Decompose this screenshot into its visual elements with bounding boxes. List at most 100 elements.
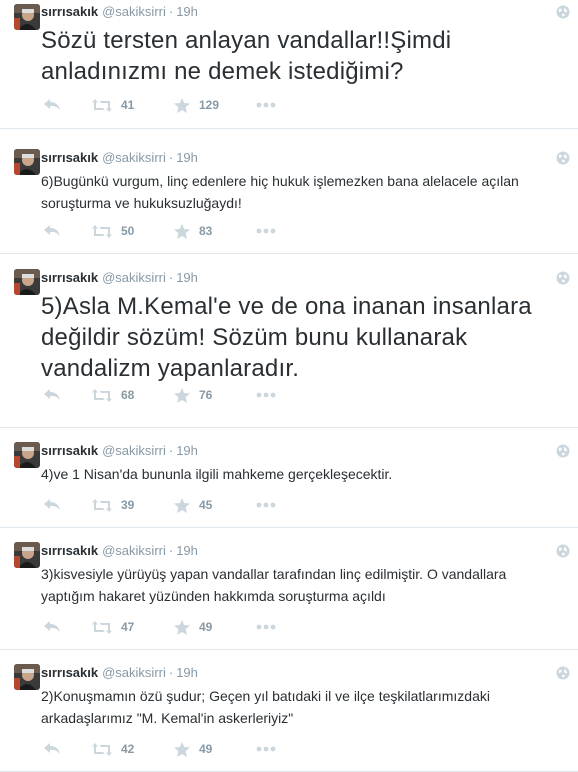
- retweet-button[interactable]: 39: [92, 498, 174, 512]
- more-button[interactable]: [256, 392, 276, 398]
- more-dots-icon: [256, 624, 276, 630]
- username[interactable]: @sakiksirri: [102, 150, 166, 165]
- tweet-actions: 68 76: [44, 385, 276, 405]
- reply-button[interactable]: [44, 743, 92, 755]
- tweet[interactable]: sırrısakık @sakiksirri · 19h Sözü tersten a…: [0, 0, 578, 129]
- favorite-button[interactable]: 49: [174, 741, 256, 757]
- favorite-button[interactable]: 49: [174, 619, 256, 635]
- reply-icon: [44, 743, 61, 755]
- username[interactable]: @sakiksirri: [102, 443, 166, 458]
- favorite-button[interactable]: 129: [174, 97, 256, 113]
- reply-button[interactable]: [44, 389, 92, 401]
- star-icon: [174, 223, 190, 239]
- follow-globe-icon[interactable]: [556, 544, 570, 558]
- retweet-icon: [92, 742, 112, 756]
- timestamp[interactable]: 19h: [176, 665, 198, 680]
- reply-icon: [44, 499, 61, 511]
- username[interactable]: @sakiksirri: [102, 543, 166, 558]
- avatar[interactable]: [14, 442, 40, 468]
- retweet-count: 50: [121, 224, 135, 238]
- timestamp[interactable]: 19h: [176, 443, 198, 458]
- username[interactable]: @sakiksirri: [102, 665, 166, 680]
- username[interactable]: @sakiksirri: [102, 270, 166, 285]
- follow-globe-icon[interactable]: [556, 151, 570, 165]
- more-button[interactable]: [256, 102, 276, 108]
- tweet[interactable]: sırrısakık @sakiksirri · 19h 2)Konuşmamın ö…: [0, 650, 578, 772]
- tweet-header: sırrısakık @sakiksirri · 19h: [41, 442, 564, 460]
- tweet-text: 2)Konuşmamın özü şudur; Geçen yıl batıda…: [41, 688, 490, 726]
- follow-globe-icon[interactable]: [556, 444, 570, 458]
- timestamp[interactable]: 19h: [176, 150, 198, 165]
- tweet-actions: 47 49: [44, 617, 276, 637]
- more-dots-icon: [256, 502, 276, 508]
- reply-button[interactable]: [44, 99, 92, 111]
- avatar[interactable]: [14, 664, 40, 690]
- tweet[interactable]: sırrısakık @sakiksirri · 19h 6)Bugünkü vurg…: [0, 129, 578, 254]
- timestamp[interactable]: 19h: [176, 270, 198, 285]
- separator-dot: ·: [168, 665, 174, 680]
- retweet-button[interactable]: 50: [92, 224, 174, 238]
- fullname[interactable]: sırrısakık: [41, 270, 98, 285]
- favorite-button[interactable]: 83: [174, 223, 256, 239]
- favorite-button[interactable]: 76: [174, 387, 256, 403]
- avatar[interactable]: [14, 149, 40, 175]
- avatar[interactable]: [14, 269, 40, 295]
- retweet-button[interactable]: 68: [92, 388, 174, 402]
- avatar[interactable]: [14, 4, 40, 30]
- reply-button[interactable]: [44, 225, 92, 237]
- favorite-count: 49: [199, 742, 213, 756]
- reply-button[interactable]: [44, 499, 92, 511]
- follow-globe-icon[interactable]: [556, 666, 570, 680]
- more-button[interactable]: [256, 228, 276, 234]
- tweet-text: Sözü tersten anlayan vandallar!!Şimdi an…: [41, 27, 452, 85]
- favorite-count: 45: [199, 498, 213, 512]
- tweet-actions: 39 45: [44, 495, 276, 515]
- fullname[interactable]: sırrısakık: [41, 665, 98, 680]
- retweet-button[interactable]: 41: [92, 98, 174, 112]
- retweet-button[interactable]: 42: [92, 742, 174, 756]
- more-dots-icon: [256, 102, 276, 108]
- more-dots-icon: [256, 392, 276, 398]
- fullname[interactable]: sırrısakık: [41, 543, 98, 558]
- tweet-actions: 41 129: [44, 95, 276, 115]
- fullname[interactable]: sırrısakık: [41, 4, 98, 19]
- tweet-text: 4)ve 1 Nisan'da bununla ilgili mahkeme g…: [41, 466, 393, 482]
- retweet-count: 68: [121, 388, 135, 402]
- avatar[interactable]: [14, 542, 40, 568]
- reply-icon: [44, 99, 61, 111]
- timestamp[interactable]: 19h: [176, 4, 198, 19]
- timestamp[interactable]: 19h: [176, 543, 198, 558]
- retweet-count: 42: [121, 742, 135, 756]
- fullname[interactable]: sırrısakık: [41, 150, 98, 165]
- tweet-header: sırrısakık @sakiksirri · 19h: [41, 542, 564, 560]
- fullname[interactable]: sırrısakık: [41, 443, 98, 458]
- follow-globe-icon[interactable]: [556, 271, 570, 285]
- favorite-count: 83: [199, 224, 213, 238]
- reply-icon: [44, 225, 61, 237]
- tweet[interactable]: sırrısakık @sakiksirri · 19h 5)Asla M.Kemal…: [0, 254, 578, 428]
- tweet-header: sırrısakık @sakiksirri · 19h: [41, 149, 564, 167]
- star-icon: [174, 741, 190, 757]
- retweet-button[interactable]: 47: [92, 620, 174, 634]
- more-dots-icon: [256, 228, 276, 234]
- follow-globe-icon[interactable]: [556, 5, 570, 19]
- favorite-count: 49: [199, 620, 213, 634]
- retweet-count: 39: [121, 498, 135, 512]
- more-dots-icon: [256, 746, 276, 752]
- tweet[interactable]: sırrısakık @sakiksirri · 19h 3)kisvesiyle y…: [0, 528, 578, 650]
- more-button[interactable]: [256, 746, 276, 752]
- username[interactable]: @sakiksirri: [102, 4, 166, 19]
- tweet[interactable]: sırrısakık @sakiksirri · 19h 4)ve 1 Nisan'd…: [0, 428, 578, 528]
- retweet-count: 41: [121, 98, 135, 112]
- star-icon: [174, 497, 190, 513]
- more-button[interactable]: [256, 502, 276, 508]
- separator-dot: ·: [168, 4, 174, 19]
- favorite-button[interactable]: 45: [174, 497, 256, 513]
- more-button[interactable]: [256, 624, 276, 630]
- reply-icon: [44, 389, 61, 401]
- separator-dot: ·: [168, 270, 174, 285]
- retweet-icon: [92, 498, 112, 512]
- timeline: sırrısakık @sakiksirri · 19h Sözü tersten a…: [0, 0, 578, 772]
- reply-button[interactable]: [44, 621, 92, 633]
- tweet-actions: 50 83: [44, 221, 276, 241]
